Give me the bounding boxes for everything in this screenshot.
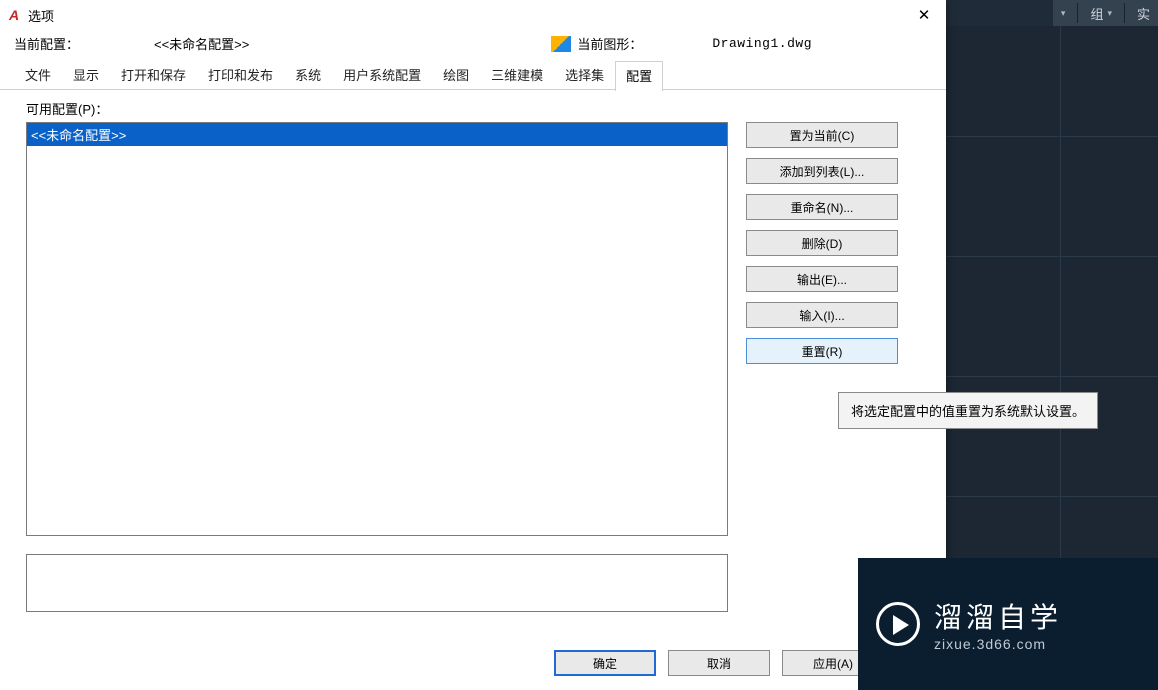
current-drawing-label: 当前图形： [577, 34, 642, 53]
chevron-down-icon: ▾ [1107, 8, 1112, 19]
profile-info-row: 当前配置： <<未命名配置>> 当前图形： Drawing1.dwg [0, 30, 946, 59]
ribbon-group-text: 组 [1090, 4, 1103, 23]
export-button[interactable]: 输出(E)... [746, 266, 898, 292]
watermark-url: zixue.3d66.com [934, 636, 1062, 652]
dialog-title: 选项 [28, 6, 54, 25]
tab-row: 文件显示打开和保存打印和发布系统用户系统配置绘图三维建模选择集配置 [0, 60, 946, 90]
delete-button[interactable]: 删除(D) [746, 230, 898, 256]
ribbon-group-label[interactable]: 组 ▾ [1082, 4, 1120, 23]
tab-plot[interactable]: 打印和发布 [197, 60, 284, 89]
tab-open-save[interactable]: 打开和保存 [110, 60, 197, 89]
tab-profile[interactable]: 配置 [615, 61, 663, 91]
current-profile-label: 当前配置： [14, 34, 154, 53]
close-icon: ✕ [918, 6, 931, 24]
current-drawing-value: Drawing1.dwg [712, 36, 812, 51]
profile-tab-content: 可用配置(P)： <<未命名配置>> 置为当前(C) 添加到列表(L)... 重… [0, 89, 946, 640]
tab-files[interactable]: 文件 [14, 60, 62, 89]
ribbon-dropdown-indicator[interactable]: ▾ [1053, 8, 1074, 19]
reset-tooltip: 将选定配置中的值重置为系统默认设置。 [838, 392, 1098, 429]
ok-button[interactable]: 确定 [554, 650, 656, 676]
ribbon-fragment: ▾ 组 ▾ 实 [1053, 0, 1158, 26]
watermark-banner: 溜溜自学 zixue.3d66.com [858, 558, 1158, 690]
ribbon-other-label[interactable]: 实 [1129, 4, 1158, 23]
current-profile-value: <<未命名配置>> [154, 34, 249, 53]
tab-3d[interactable]: 三维建模 [480, 60, 554, 89]
tab-select[interactable]: 选择集 [554, 60, 615, 89]
profile-side-buttons: 置为当前(C) 添加到列表(L)... 重命名(N)... 删除(D) 输出(E… [746, 122, 898, 536]
watermark-title: 溜溜自学 [934, 596, 1062, 636]
add-to-list-button[interactable]: 添加到列表(L)... [746, 158, 898, 184]
options-dialog: A 选项 ✕ 当前配置： <<未命名配置>> 当前图形： Drawing1.dw… [0, 0, 946, 690]
tab-system[interactable]: 系统 [284, 60, 332, 89]
available-profiles-label: 可用配置(P)： [26, 99, 924, 118]
profile-list-item[interactable]: <<未命名配置>> [27, 123, 727, 146]
chevron-down-icon: ▾ [1061, 8, 1066, 19]
ribbon-other-text: 实 [1137, 4, 1150, 23]
profile-description-box [26, 554, 728, 612]
import-button[interactable]: 输入(I)... [746, 302, 898, 328]
dialog-close-button[interactable]: ✕ [902, 0, 946, 30]
tab-draw[interactable]: 绘图 [432, 60, 480, 89]
dialog-titlebar: A 选项 ✕ [0, 0, 946, 30]
set-current-button[interactable]: 置为当前(C) [746, 122, 898, 148]
dialog-bottom-buttons: 确定 取消 应用(A) 帮 [0, 640, 946, 690]
profile-listbox[interactable]: <<未命名配置>> [26, 122, 728, 536]
play-circle-icon [876, 602, 920, 646]
tab-display[interactable]: 显示 [62, 60, 110, 89]
autocad-app-icon: A [6, 7, 22, 23]
tab-user[interactable]: 用户系统配置 [332, 60, 432, 89]
reset-button[interactable]: 重置(R) [746, 338, 898, 364]
cancel-button[interactable]: 取消 [668, 650, 770, 676]
drawing-file-icon [551, 36, 571, 52]
rename-button[interactable]: 重命名(N)... [746, 194, 898, 220]
